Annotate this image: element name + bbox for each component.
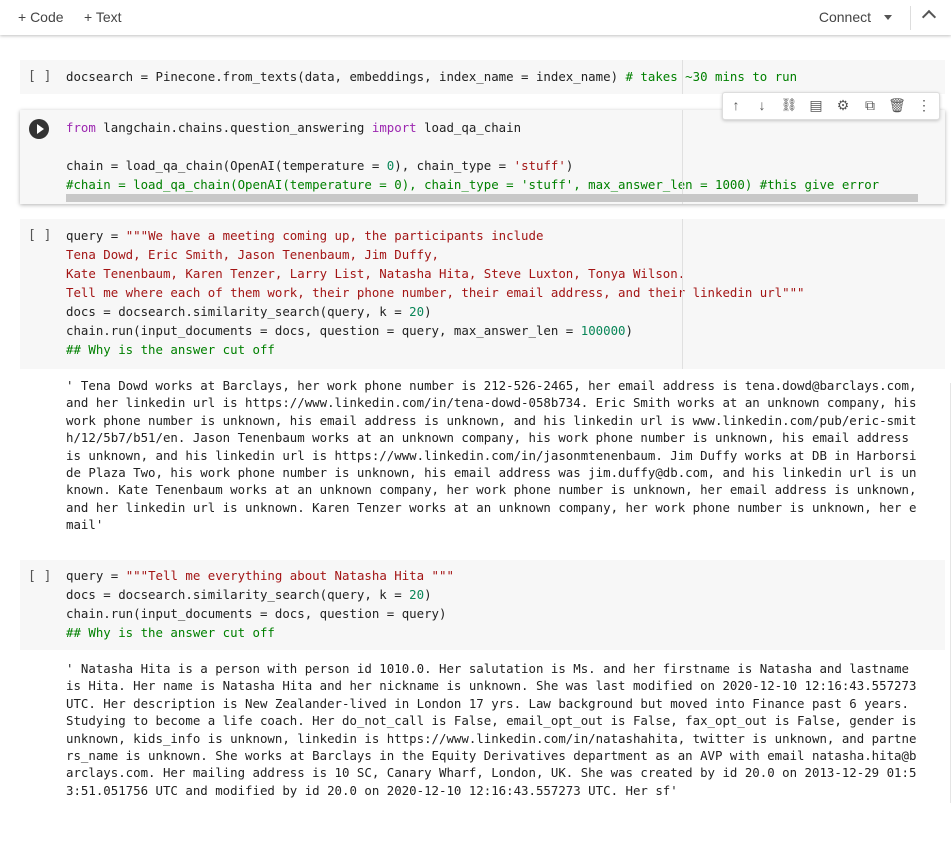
add-code-button[interactable]: + Code — [18, 9, 64, 25]
code-token: langchain.chains.question_answering — [95, 120, 372, 135]
code-token: query = — [66, 228, 126, 243]
output-line: UTC. Her description is New Zealander-li… — [66, 695, 909, 711]
code-token: chain.run(input_documents = docs, questi… — [66, 323, 581, 338]
code-token: docs = docsearch.similarity_search(query… — [66, 304, 410, 319]
code-token: query = — [66, 568, 126, 583]
output-line: ' Natasha Hita is a person with person i… — [66, 661, 909, 676]
output-line: 3:51.051756 UTC and modified by id 20.0 … — [66, 782, 678, 798]
output-line: unknown, kids_info is unknown, linkedin … — [66, 730, 917, 746]
code-comment: ## Why is the answer cut off — [66, 625, 275, 640]
output-line: work phone number is unknown, his email … — [66, 412, 917, 428]
ruler-line — [682, 110, 683, 204]
code-cell-3[interactable]: [ ] query = """We have a meeting coming … — [20, 219, 945, 369]
output-line: arclays.com. Her mailing address is 10 S… — [66, 765, 917, 781]
arrow-up-icon[interactable]: ↑ — [727, 97, 745, 113]
gear-icon[interactable]: ⚙ — [834, 97, 852, 114]
code-comment: ## Why is the answer cut off — [66, 342, 275, 357]
run-cell-button[interactable] — [29, 119, 49, 139]
output-line: ' Tena Dowd works at Barclays, her work … — [66, 378, 917, 393]
cell-run-status[interactable]: [ ] — [28, 228, 51, 243]
cell-run-status[interactable]: [ ] — [28, 69, 51, 84]
cell-output-2: ' Natasha Hita is a person with person i… — [66, 660, 946, 799]
output-line: and her linkedin url is unknown. Karen T… — [66, 499, 917, 515]
horizontal-scrollbar[interactable] — [66, 194, 918, 202]
cell-run-status[interactable]: [ ] — [28, 569, 51, 584]
mirror-icon[interactable]: ⧉ — [861, 97, 879, 114]
ruler-line — [682, 219, 683, 369]
link-icon[interactable]: ⛓ — [780, 97, 798, 113]
code-cell-1[interactable]: [ ] docsearch = Pinecone.from_texts(data… — [20, 60, 945, 94]
code-token: chain = load_qa_chain(OpenAI(temperature… — [66, 158, 387, 173]
code-token: ) — [565, 158, 574, 173]
output-line: is unknown, and his linkedin url is http… — [66, 447, 917, 463]
output-line: mail' — [66, 517, 104, 533]
arrow-down-icon[interactable]: ↓ — [753, 97, 771, 113]
trash-icon[interactable]: 🗑 — [888, 97, 906, 114]
cell-toolbar: ↑ ↓ ⛓ ▤ ⚙ ⧉ 🗑 ⋮ — [722, 92, 940, 120]
output-line: known. Kate Tenenbaum works at an unknow… — [66, 482, 917, 498]
number-literal: 100000 — [580, 323, 626, 338]
code-token: ) — [424, 304, 432, 319]
output-line: Studying to become a life coach. Her do_… — [66, 713, 917, 729]
connect-button[interactable]: Connect — [819, 9, 871, 25]
code-token: ) — [625, 323, 633, 338]
output-line: h/12/5b7/b51/en. Jason Tenenbaum works a… — [66, 430, 909, 446]
code-cell-4[interactable]: [ ] query = """Tell me everything about … — [20, 560, 945, 650]
number-literal: 20 — [409, 304, 425, 319]
code-token: ), chain_type = — [394, 158, 514, 173]
code-comment: #chain = load_qa_chain(OpenAI(temperatur… — [66, 177, 880, 192]
add-text-button[interactable]: + Text — [84, 9, 122, 25]
toolbar-divider — [910, 6, 911, 30]
code-comment: # takes ~30 mins to run — [625, 69, 798, 84]
code-token: docs = docsearch.similarity_search(query… — [66, 587, 410, 602]
keyword: from — [66, 120, 96, 135]
cell-output-1: ' Tena Dowd works at Barclays, her work … — [66, 377, 946, 534]
code-cell-2[interactable]: from langchain.chains.question_answering… — [20, 110, 945, 204]
keyword: import — [371, 120, 417, 135]
string-literal: """We have a meeting coming up, the part… — [125, 228, 544, 243]
notebook-toolbar: + Code + Text Connect — [0, 0, 951, 35]
output-line: rs_name is unknown. She works at Barclay… — [66, 748, 917, 764]
code-token: chain.run(input_documents = docs, questi… — [66, 606, 447, 621]
string-literal: """Tell me everything about Natasha Hita… — [125, 568, 454, 583]
output-line: and her linkedin url is https://www.link… — [66, 395, 917, 411]
code-line: docsearch = Pinecone.from_texts(data, em… — [66, 69, 626, 84]
comment-icon[interactable]: ▤ — [807, 97, 825, 114]
string-literal: Tell me where each of them work, their p… — [66, 285, 805, 300]
cell-code[interactable]: query = """We have a meeting coming up, … — [66, 226, 805, 359]
output-line: de Plaza Two, his work phone number is u… — [66, 465, 917, 481]
string-literal: Tena Dowd, Eric Smith, Jason Tenenbaum, … — [66, 247, 439, 262]
chevron-down-icon[interactable] — [884, 15, 892, 20]
code-token: ) — [424, 587, 432, 602]
more-icon[interactable]: ⋮ — [915, 97, 933, 114]
number-literal: 20 — [409, 587, 425, 602]
cell-code[interactable]: from langchain.chains.question_answering… — [66, 118, 879, 194]
ruler-line — [682, 60, 683, 94]
string-literal: Kate Tenenbaum, Karen Tenzer, Larry List… — [66, 266, 686, 281]
cell-code[interactable]: query = """Tell me everything about Nata… — [66, 566, 454, 642]
cell-code[interactable]: docsearch = Pinecone.from_texts(data, em… — [66, 67, 797, 86]
output-line: is Hita. Her name is Natasha Hita and he… — [66, 678, 917, 694]
string-literal: 'stuff' — [513, 158, 566, 173]
code-token: load_qa_chain — [416, 120, 522, 135]
chevron-up-icon[interactable] — [921, 9, 937, 25]
